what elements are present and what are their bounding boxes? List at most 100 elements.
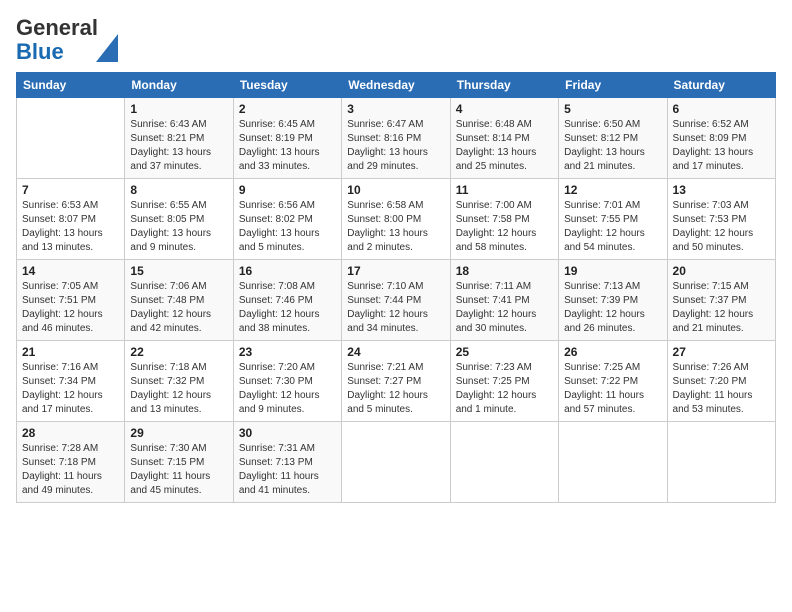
day-number: 23 (239, 345, 336, 359)
day-number: 4 (456, 102, 553, 116)
col-header-saturday: Saturday (667, 73, 775, 98)
day-number: 18 (456, 264, 553, 278)
col-header-friday: Friday (559, 73, 667, 98)
day-info: Sunrise: 7:16 AM Sunset: 7:34 PM Dayligh… (22, 361, 119, 417)
day-cell: 16Sunrise: 7:08 AM Sunset: 7:46 PM Dayli… (233, 260, 341, 341)
day-info: Sunrise: 6:45 AM Sunset: 8:19 PM Dayligh… (239, 118, 336, 174)
week-row-4: 21 Sunrise: 7:16 AM Sunset: 7:34 PM Dayli… (17, 341, 776, 422)
day-info: Sunrise: 7:03 AM Sunset: 7:53 PM Dayligh… (673, 199, 770, 255)
day-number: 28 (22, 426, 119, 440)
day-number: 13 (673, 183, 770, 197)
day-cell: 14 Sunrise: 7:05 AM Sunset: 7:51 PM Dayli… (17, 260, 125, 341)
day-cell: 22Sunrise: 7:18 AM Sunset: 7:32 PM Dayli… (125, 341, 233, 422)
day-info: Sunrise: 7:30 AM Sunset: 7:15 PM Dayligh… (130, 442, 227, 498)
day-cell: 17 Sunrise: 7:10 AM Sunset: 7:44 PM Dayli… (342, 260, 450, 341)
day-number: 12 (564, 183, 661, 197)
day-info: Sunrise: 6:56 AM Sunset: 8:02 PM Dayligh… (239, 199, 336, 255)
day-info: Sunrise: 7:28 AM Sunset: 7:18 PM Dayligh… (22, 442, 119, 498)
day-info: Sunrise: 7:10 AM Sunset: 7:44 PM Dayligh… (347, 280, 444, 336)
day-info: Sunrise: 7:00 AM Sunset: 7:58 PM Dayligh… (456, 199, 553, 255)
day-cell: 15 Sunrise: 7:06 AM Sunset: 7:48 PM Dayli… (125, 260, 233, 341)
day-cell: 5 Sunrise: 6:50 AM Sunset: 8:12 PM Daylig… (559, 98, 667, 179)
col-header-sunday: Sunday (17, 73, 125, 98)
day-number: 17 (347, 264, 444, 278)
day-cell: 24 Sunrise: 7:21 AM Sunset: 7:27 PM Dayli… (342, 341, 450, 422)
day-cell: 28 Sunrise: 7:28 AM Sunset: 7:18 PM Dayli… (17, 422, 125, 503)
day-number: 15 (130, 264, 227, 278)
day-number: 21 (22, 345, 119, 359)
col-header-monday: Monday (125, 73, 233, 98)
logo-icon (96, 34, 118, 62)
day-number: 22 (130, 345, 227, 359)
day-info: Sunrise: 7:05 AM Sunset: 7:51 PM Dayligh… (22, 280, 119, 336)
day-number: 6 (673, 102, 770, 116)
day-info: Sunrise: 7:26 AM Sunset: 7:20 PM Dayligh… (673, 361, 770, 417)
day-cell: 19Sunrise: 7:13 AM Sunset: 7:39 PM Dayli… (559, 260, 667, 341)
day-cell: 8 Sunrise: 6:55 AM Sunset: 8:05 PM Daylig… (125, 179, 233, 260)
day-number: 20 (673, 264, 770, 278)
day-cell: 18 Sunrise: 7:11 AM Sunset: 7:41 PM Dayli… (450, 260, 558, 341)
logo: GeneralBlue (16, 16, 118, 64)
day-info: Sunrise: 7:08 AM Sunset: 7:46 PM Dayligh… (239, 280, 336, 336)
day-info: Sunrise: 7:15 AM Sunset: 7:37 PM Dayligh… (673, 280, 770, 336)
day-cell (667, 422, 775, 503)
day-info: Sunrise: 6:48 AM Sunset: 8:14 PM Dayligh… (456, 118, 553, 174)
day-info: Sunrise: 7:25 AM Sunset: 7:22 PM Dayligh… (564, 361, 661, 417)
page-header: GeneralBlue (16, 16, 776, 64)
day-info: Sunrise: 7:21 AM Sunset: 7:27 PM Dayligh… (347, 361, 444, 417)
day-number: 3 (347, 102, 444, 116)
day-cell: 12 Sunrise: 7:01 AM Sunset: 7:55 PM Dayli… (559, 179, 667, 260)
day-number: 30 (239, 426, 336, 440)
day-cell: 13 Sunrise: 7:03 AM Sunset: 7:53 PM Dayli… (667, 179, 775, 260)
col-header-wednesday: Wednesday (342, 73, 450, 98)
calendar-table: SundayMondayTuesdayWednesdayThursdayFrid… (16, 72, 776, 503)
day-number: 11 (456, 183, 553, 197)
day-number: 29 (130, 426, 227, 440)
day-number: 24 (347, 345, 444, 359)
day-number: 2 (239, 102, 336, 116)
day-info: Sunrise: 7:06 AM Sunset: 7:48 PM Dayligh… (130, 280, 227, 336)
day-number: 9 (239, 183, 336, 197)
day-cell: 20 Sunrise: 7:15 AM Sunset: 7:37 PM Dayli… (667, 260, 775, 341)
day-info: Sunrise: 7:11 AM Sunset: 7:41 PM Dayligh… (456, 280, 553, 336)
day-number: 27 (673, 345, 770, 359)
day-info: Sunrise: 6:53 AM Sunset: 8:07 PM Dayligh… (22, 199, 119, 255)
day-cell: 27 Sunrise: 7:26 AM Sunset: 7:20 PM Dayli… (667, 341, 775, 422)
week-row-3: 14 Sunrise: 7:05 AM Sunset: 7:51 PM Dayli… (17, 260, 776, 341)
day-number: 26 (564, 345, 661, 359)
day-cell: 23 Sunrise: 7:20 AM Sunset: 7:30 PM Dayli… (233, 341, 341, 422)
day-number: 10 (347, 183, 444, 197)
week-row-1: 1Sunrise: 6:43 AM Sunset: 8:21 PM Daylig… (17, 98, 776, 179)
day-info: Sunrise: 6:58 AM Sunset: 8:00 PM Dayligh… (347, 199, 444, 255)
day-number: 14 (22, 264, 119, 278)
day-cell: 4 Sunrise: 6:48 AM Sunset: 8:14 PM Daylig… (450, 98, 558, 179)
day-cell: 7 Sunrise: 6:53 AM Sunset: 8:07 PM Daylig… (17, 179, 125, 260)
day-info: Sunrise: 6:47 AM Sunset: 8:16 PM Dayligh… (347, 118, 444, 174)
logo-text: GeneralBlue (16, 16, 98, 64)
day-cell: 11 Sunrise: 7:00 AM Sunset: 7:58 PM Dayli… (450, 179, 558, 260)
day-cell: 10 Sunrise: 6:58 AM Sunset: 8:00 PM Dayli… (342, 179, 450, 260)
day-info: Sunrise: 6:55 AM Sunset: 8:05 PM Dayligh… (130, 199, 227, 255)
day-info: Sunrise: 6:52 AM Sunset: 8:09 PM Dayligh… (673, 118, 770, 174)
day-number: 5 (564, 102, 661, 116)
day-info: Sunrise: 7:20 AM Sunset: 7:30 PM Dayligh… (239, 361, 336, 417)
day-info: Sunrise: 7:23 AM Sunset: 7:25 PM Dayligh… (456, 361, 553, 417)
day-cell: 1Sunrise: 6:43 AM Sunset: 8:21 PM Daylig… (125, 98, 233, 179)
week-row-2: 7 Sunrise: 6:53 AM Sunset: 8:07 PM Daylig… (17, 179, 776, 260)
day-cell: 29 Sunrise: 7:30 AM Sunset: 7:15 PM Dayli… (125, 422, 233, 503)
day-number: 7 (22, 183, 119, 197)
day-number: 25 (456, 345, 553, 359)
day-cell (559, 422, 667, 503)
week-row-5: 28 Sunrise: 7:28 AM Sunset: 7:18 PM Dayli… (17, 422, 776, 503)
day-number: 8 (130, 183, 227, 197)
day-cell: 25 Sunrise: 7:23 AM Sunset: 7:25 PM Dayli… (450, 341, 558, 422)
day-number: 1 (130, 102, 227, 116)
col-header-tuesday: Tuesday (233, 73, 341, 98)
day-cell: 26 Sunrise: 7:25 AM Sunset: 7:22 PM Dayli… (559, 341, 667, 422)
day-cell: 2 Sunrise: 6:45 AM Sunset: 8:19 PM Daylig… (233, 98, 341, 179)
day-info: Sunrise: 7:01 AM Sunset: 7:55 PM Dayligh… (564, 199, 661, 255)
day-cell: 6 Sunrise: 6:52 AM Sunset: 8:09 PM Daylig… (667, 98, 775, 179)
day-info: Sunrise: 7:13 AM Sunset: 7:39 PM Dayligh… (564, 280, 661, 336)
day-cell: 3 Sunrise: 6:47 AM Sunset: 8:16 PM Daylig… (342, 98, 450, 179)
day-info: Sunrise: 6:50 AM Sunset: 8:12 PM Dayligh… (564, 118, 661, 174)
